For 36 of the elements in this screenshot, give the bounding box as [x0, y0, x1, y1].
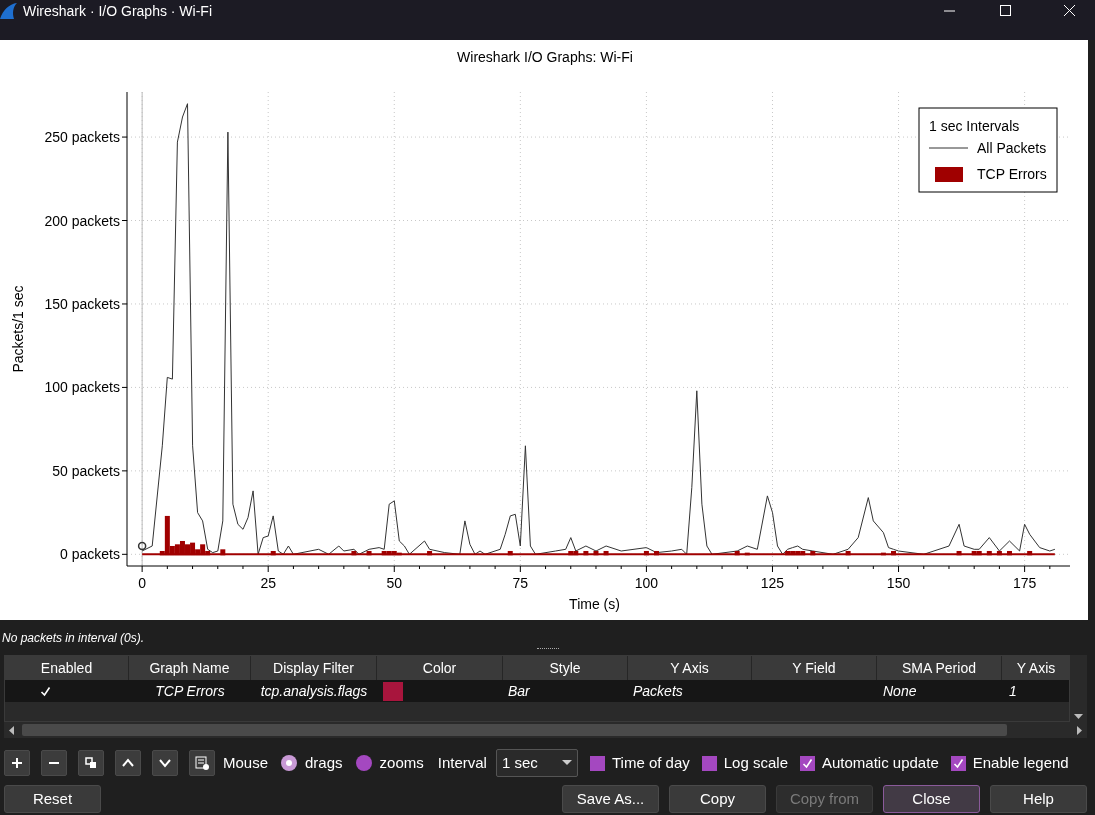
checkbox-label: Log scale	[723, 752, 788, 773]
table-cell-text: Bar	[508, 681, 530, 701]
y-tick-label: 100 packets	[44, 379, 120, 396]
x-tick-label: 150	[886, 575, 911, 591]
x-tick-label: 75	[512, 575, 529, 591]
x-tick-label: 25	[260, 575, 276, 591]
window-title: Wireshark · I/O Graphs · Wi-Fi	[23, 1, 212, 21]
legend-label: TCP Errors	[977, 166, 1047, 182]
legend-title: 1 sec Intervals	[929, 118, 1020, 134]
y-tick-label: 250 packets	[44, 129, 120, 146]
x-tick-label: 0	[138, 575, 147, 591]
radio-label: drags	[305, 752, 343, 773]
table-cell-text: TCP Errors	[155, 681, 225, 701]
x-tick-label: 50	[386, 575, 403, 591]
table-cell-text: tcp.analysis.flags	[260, 681, 368, 701]
interval-label: Interval	[437, 752, 487, 773]
y-axis-label: Packets/1 sec	[10, 285, 26, 373]
chart-title: Wireshark I/O Graphs: Wi-Fi	[457, 49, 633, 65]
y-tick-label: 50 packets	[52, 462, 120, 479]
x-axis-label: Time (s)	[569, 596, 620, 612]
x-tick-label: 175	[1012, 575, 1037, 591]
y-tick-label: 150 packets	[44, 295, 120, 312]
table-cell-text: None	[883, 681, 917, 701]
x-tick-label: 100	[634, 575, 659, 591]
table-cell-text: Packets	[633, 681, 683, 701]
checkbox-label: Time of day	[611, 752, 690, 773]
x-tick-label: 125	[760, 575, 785, 591]
y-tick-label: 0 packets	[60, 546, 120, 563]
checkbox-label: Automatic update	[822, 752, 939, 773]
y-tick-label: 200 packets	[44, 212, 120, 229]
checkbox-label: Enable legend	[972, 752, 1069, 773]
legend-label: All Packets	[977, 140, 1047, 156]
radio-label: zooms	[379, 752, 424, 773]
table-cell-text: 1	[1009, 681, 1017, 701]
status-message: No packets in interval (0s).	[2, 630, 145, 647]
mouse-label: Mouse	[223, 752, 269, 773]
